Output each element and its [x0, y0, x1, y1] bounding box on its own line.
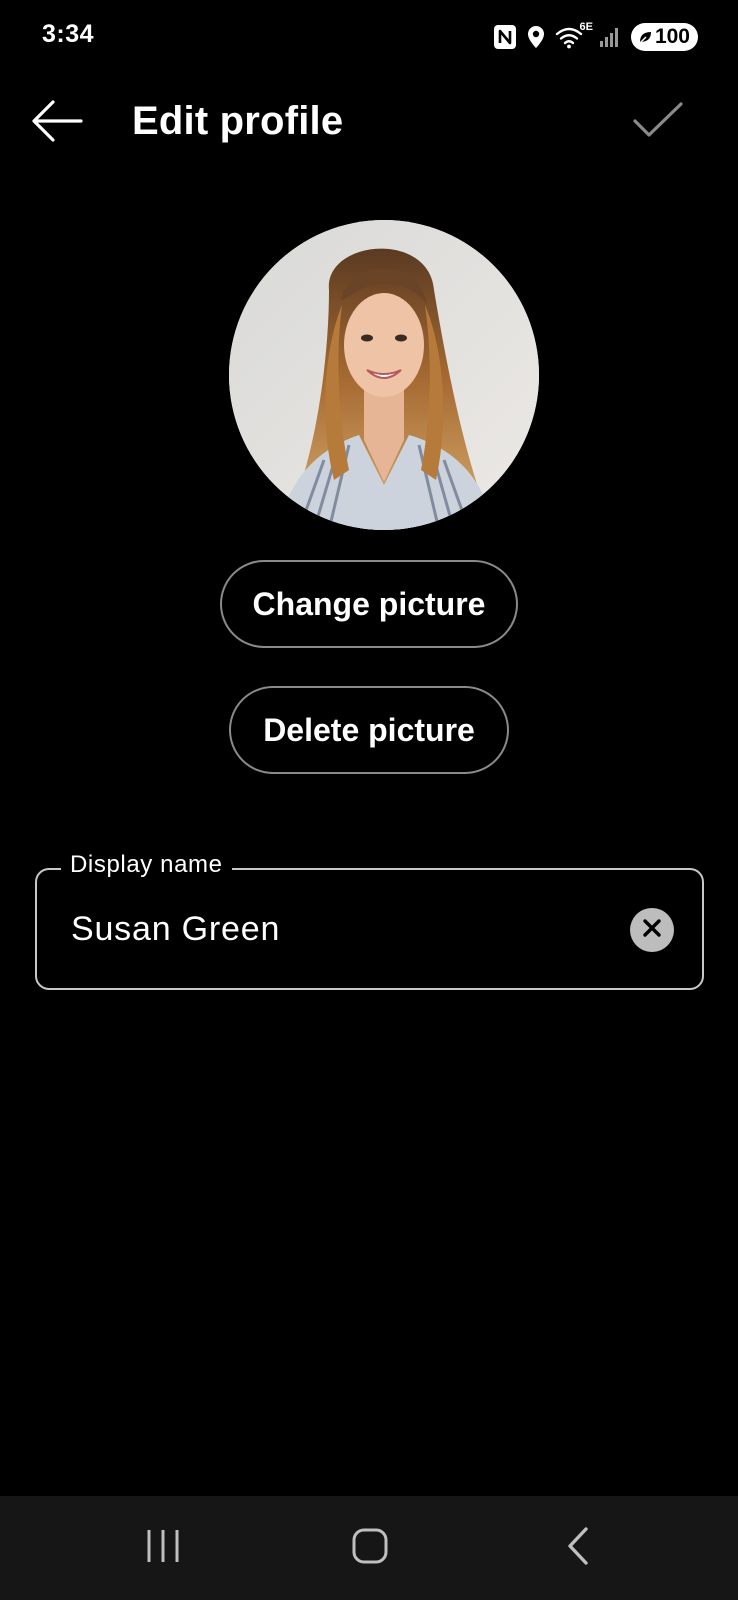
profile-photo	[229, 220, 539, 530]
home-icon	[351, 1527, 389, 1570]
app-bar: Edit profile	[0, 80, 738, 170]
arrow-left-icon	[31, 99, 83, 148]
clear-icon	[641, 917, 663, 944]
system-nav-bar	[0, 1496, 738, 1600]
status-time: 3:34	[42, 20, 95, 48]
battery-level: 100	[654, 25, 690, 48]
recents-button[interactable]	[123, 1516, 203, 1580]
nfc-icon	[493, 24, 517, 50]
wifi-icon: 6E	[555, 21, 593, 50]
display-name-label: Display name	[61, 851, 232, 879]
display-name-field[interactable]: Display name Susan Green	[35, 851, 704, 990]
signal-icon	[599, 26, 621, 48]
home-button[interactable]	[330, 1516, 410, 1580]
display-name-input[interactable]: Susan Green	[71, 910, 280, 949]
back-button[interactable]	[28, 98, 86, 148]
status-bar: 3:34 6E 100	[0, 0, 738, 76]
battery-saver-icon	[637, 29, 653, 45]
status-icons: 6E 100	[493, 21, 698, 52]
system-back-button[interactable]	[538, 1516, 618, 1580]
battery-indicator: 100	[630, 23, 698, 51]
save-button[interactable]	[628, 98, 688, 148]
location-icon	[527, 25, 545, 49]
change-picture-button[interactable]: Change picture	[220, 560, 518, 648]
recents-icon	[145, 1528, 181, 1569]
checkmark-icon	[632, 101, 684, 146]
clear-button[interactable]	[630, 908, 674, 952]
network-type-label: 6E	[579, 21, 593, 33]
delete-picture-button[interactable]: Delete picture	[229, 686, 509, 774]
avatar	[229, 220, 539, 530]
back-icon	[564, 1526, 592, 1571]
page-title: Edit profile	[132, 99, 344, 143]
